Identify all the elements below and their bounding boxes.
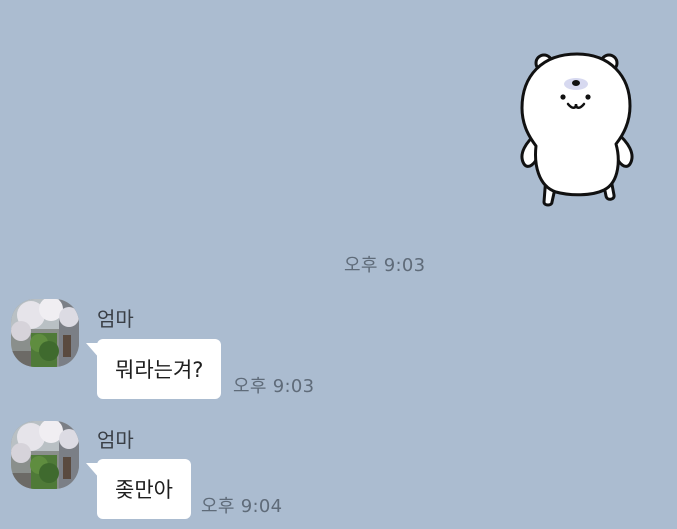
message-bubble[interactable]: 좆만아 [86,459,191,519]
avatar[interactable] [11,299,79,367]
sender-name: 엄마 [97,428,134,452]
white-bear-sticker-icon [520,52,634,207]
message-text: 뭐라는겨? [115,358,204,382]
sticker-timestamp: 오후 9:03 [344,255,426,276]
chat-room: 오후 9:03 엄마 뭐라는겨? 오후 9:03 엄마 좆만아 오후 9:04 [0,0,677,529]
message-bubble[interactable]: 뭐라는겨? [85,339,222,399]
cherry-blossom-photo-icon [11,421,79,489]
message-timestamp: 오후 9:03 [233,376,315,397]
message-timestamp: 오후 9:04 [201,496,283,517]
avatar[interactable] [11,421,79,489]
cherry-blossom-photo-icon [11,299,79,367]
message-text: 좆만아 [115,478,173,502]
sender-name: 엄마 [97,307,134,331]
bear-sticker[interactable] [512,46,642,211]
